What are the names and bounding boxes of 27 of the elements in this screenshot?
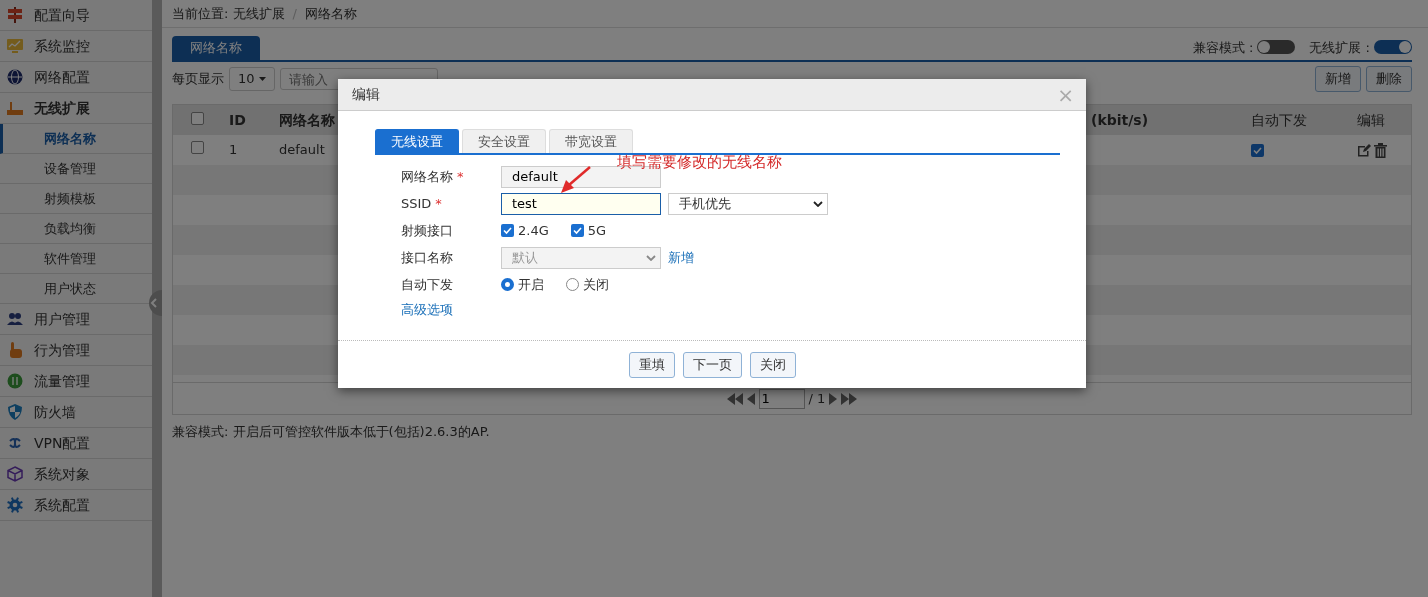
field-label: 网络名称 [401, 168, 453, 184]
interface-select: 默认 [501, 246, 661, 269]
table-cell: 1 [229, 142, 238, 158]
field-label: 接口名称 [401, 249, 453, 265]
toggle-label: 无线扩展 : [1309, 38, 1370, 57]
field-label: SSID [401, 195, 432, 211]
required-mark: * [457, 168, 464, 184]
per-page-label: 每页显示 [172, 70, 224, 89]
toggle-label: 兼容模式 : [1192, 38, 1254, 57]
column-header: ID [229, 111, 246, 128]
dialog-title: 编辑 [352, 85, 380, 104]
field-label: 自动下发 [401, 276, 453, 292]
breadcrumb-item: 网络名称 [304, 4, 357, 23]
page-total: / 1 [808, 389, 826, 408]
column-header: (kbit/s) [1091, 111, 1149, 128]
footnote: 兼容模式: 开启后可管控软件版本低于(包括)2.6.3的AP. [172, 422, 491, 441]
radio-label: 开启 [518, 275, 544, 294]
column-header: 编辑 [1357, 111, 1385, 128]
field-label: 射频接口 [401, 222, 453, 238]
required-mark: * [435, 195, 442, 211]
radio-label: 关闭 [583, 275, 609, 294]
table-cell: default [279, 142, 325, 158]
checkbox-label: 2.4G [518, 221, 549, 240]
checkbox-label: 5G [587, 221, 607, 240]
breadcrumb-separator: / [292, 4, 297, 23]
column-header: 网络名称 [279, 111, 335, 128]
column-header: 自动下发 [1251, 111, 1307, 128]
